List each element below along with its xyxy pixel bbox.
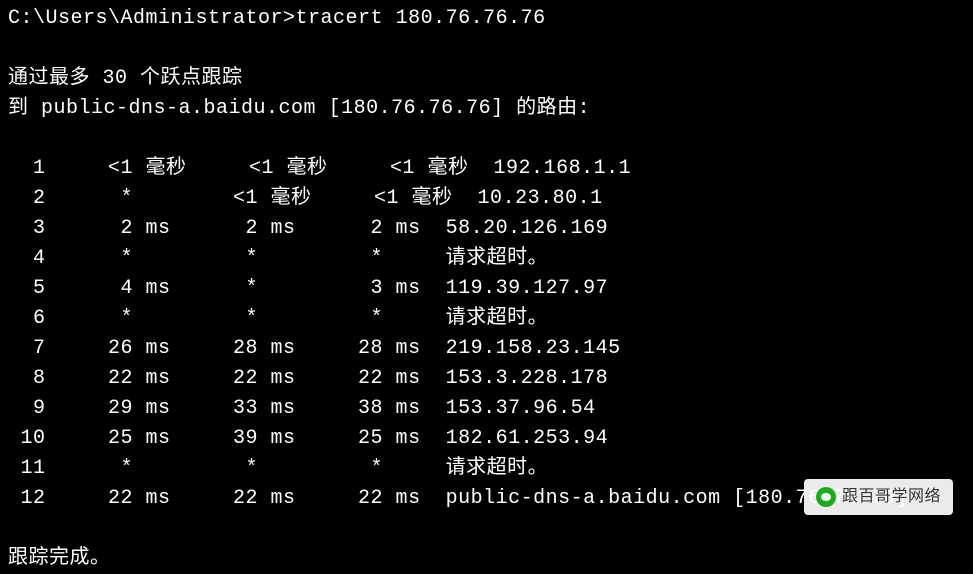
trace-complete: 跟踪完成。 bbox=[8, 544, 965, 574]
trace-hops-list: 1 <1 毫秒 <1 毫秒 <1 毫秒 192.168.1.1 2 * <1 毫… bbox=[8, 154, 965, 514]
header-line-2: 到 public-dns-a.baidu.com [180.76.76.76] … bbox=[8, 94, 965, 124]
wechat-icon bbox=[816, 487, 836, 507]
hop-row: 1 <1 毫秒 <1 毫秒 <1 毫秒 192.168.1.1 bbox=[8, 154, 965, 184]
blank-line bbox=[8, 124, 965, 154]
hop-row: 4 * * * 请求超时。 bbox=[8, 244, 965, 274]
hop-row: 5 4 ms * 3 ms 119.39.127.97 bbox=[8, 274, 965, 304]
target-host: public-dns-a.baidu.com bbox=[41, 97, 316, 120]
hop-row: 3 2 ms 2 ms 2 ms 58.20.126.169 bbox=[8, 214, 965, 244]
hop-row: 6 * * * 请求超时。 bbox=[8, 304, 965, 334]
hop-row: 10 25 ms 39 ms 25 ms 182.61.253.94 bbox=[8, 424, 965, 454]
blank-line bbox=[8, 34, 965, 64]
header-line-1: 通过最多 30 个跃点跟踪 bbox=[8, 64, 965, 94]
target-ip: [180.76.76.76] bbox=[329, 97, 504, 120]
command-prompt-line: C:\Users\Administrator>tracert 180.76.76… bbox=[8, 4, 965, 34]
command-text[interactable]: tracert 180.76.76.76 bbox=[296, 7, 546, 30]
hop-row: 8 22 ms 22 ms 22 ms 153.3.228.178 bbox=[8, 364, 965, 394]
prompt-text: C:\Users\Administrator> bbox=[8, 7, 296, 30]
hop-row: 9 29 ms 33 ms 38 ms 153.37.96.54 bbox=[8, 394, 965, 424]
hop-row: 7 26 ms 28 ms 28 ms 219.158.23.145 bbox=[8, 334, 965, 364]
watermark-badge: 跟百哥学网络 bbox=[804, 479, 953, 515]
watermark-text: 跟百哥学网络 bbox=[842, 485, 941, 509]
hop-row: 2 * <1 毫秒 <1 毫秒 10.23.80.1 bbox=[8, 184, 965, 214]
